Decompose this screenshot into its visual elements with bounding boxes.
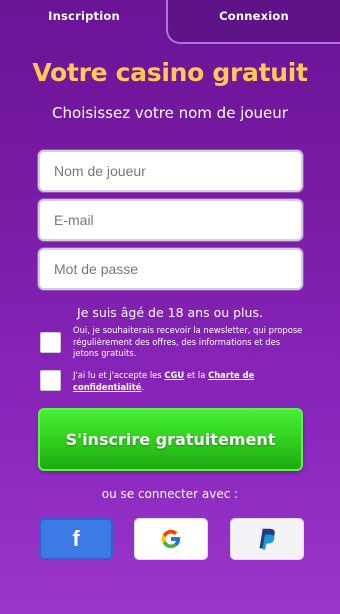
terms-prefix: J'ai lu et j'accepte les (73, 370, 165, 380)
google-icon (161, 529, 181, 549)
age-notice: Je suis âgé de 18 ans ou plus. (77, 305, 263, 320)
newsletter-text: Oui, je souhaiterais recevoir la newslet… (73, 325, 303, 358)
terms-checkbox[interactable] (40, 370, 61, 391)
terms-text: J'ai lu et j'accepte les CGU et la Chart… (73, 370, 305, 393)
cgu-link[interactable]: CGU (164, 370, 184, 380)
paypal-icon (259, 528, 275, 550)
tab-login[interactable]: Connexion (166, 0, 340, 44)
paypal-login-button[interactable] (230, 518, 304, 560)
newsletter-checkbox[interactable] (40, 332, 61, 353)
page-subtitle: Choisissez votre nom de joueur (52, 104, 288, 122)
newsletter-row: Oui, je souhaiterais recevoir la newslet… (40, 325, 305, 360)
email-input[interactable] (40, 201, 301, 239)
facebook-icon: f (72, 526, 80, 551)
username-field-wrapper (38, 150, 303, 192)
tab-login-label: Connexion (219, 9, 289, 23)
username-input[interactable] (40, 152, 301, 190)
tab-signup-label: Inscription (48, 9, 120, 23)
terms-middle: et la (184, 370, 209, 380)
signup-submit-button[interactable]: S'inscrire gratuitement (38, 408, 303, 471)
page-title: Votre casino gratuit (32, 58, 308, 87)
signup-submit-label: S'inscrire gratuitement (65, 430, 276, 449)
facebook-login-button[interactable]: f (39, 518, 113, 560)
terms-row: J'ai lu et j'accepte les CGU et la Chart… (40, 370, 305, 393)
password-field-wrapper (38, 248, 303, 290)
google-login-button[interactable] (134, 518, 208, 560)
social-heading: ou se connecter avec : (101, 487, 239, 501)
tab-signup[interactable]: Inscription (0, 0, 168, 36)
terms-suffix: . (141, 381, 145, 392)
auth-tabs: Inscription Connexion (0, 0, 340, 44)
password-input[interactable] (40, 250, 301, 288)
email-field-wrapper (38, 199, 303, 241)
